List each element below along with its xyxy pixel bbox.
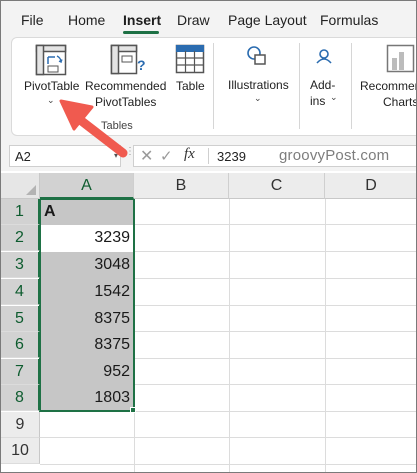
- tab-home[interactable]: Home: [68, 12, 105, 28]
- chevron-down-icon: ⌄: [254, 93, 262, 103]
- row-header-2[interactable]: 2: [1, 225, 40, 251]
- recommended-pivottables-icon: ?: [110, 44, 146, 75]
- select-all-icon: [26, 185, 36, 195]
- row-header-9[interactable]: 9: [1, 412, 40, 438]
- row-header-6[interactable]: 6: [1, 332, 40, 358]
- formula-divider: [208, 148, 209, 164]
- cancel-entry-icon[interactable]: ✕: [140, 146, 153, 166]
- watermark: groovyPost.com: [279, 147, 390, 164]
- ribbon-divider: [299, 43, 300, 129]
- recommended-charts-label-line2: Charts: [383, 95, 417, 109]
- excel-window: File Home Insert Draw Page Layout Formul…: [0, 0, 417, 473]
- chevron-down-icon: ⌄: [330, 92, 338, 102]
- row-header-1[interactable]: 1: [1, 199, 40, 225]
- row-header-3[interactable]: 3: [1, 252, 40, 278]
- pivottable-icon: [35, 44, 67, 76]
- row-header-4[interactable]: 4: [1, 279, 40, 305]
- recommended-label-line1: Recommended: [85, 79, 167, 93]
- confirm-entry-icon[interactable]: ✓: [160, 147, 173, 165]
- pivottable-label: PivotTable: [24, 79, 80, 93]
- addins-label-line1: Add-: [310, 78, 336, 92]
- active-tab-indicator: [123, 31, 159, 34]
- recommended-charts-label-line1: Recommen: [360, 79, 417, 93]
- name-box[interactable]: A2: [9, 145, 121, 167]
- formula-value: 3239: [217, 149, 246, 164]
- grid-line: [229, 199, 230, 472]
- recommended-label-line2: PivotTables: [95, 95, 157, 109]
- row-header-10[interactable]: 10: [1, 438, 40, 464]
- chevron-down-icon[interactable]: ⌄: [47, 95, 55, 106]
- recommended-charts-icon: [386, 44, 415, 73]
- table-icon: [175, 44, 205, 74]
- addins-label-line2: ins: [310, 94, 326, 108]
- tab-formulas[interactable]: Formulas: [320, 12, 378, 28]
- column-header-d[interactable]: D: [325, 173, 416, 199]
- tab-file[interactable]: File: [21, 12, 44, 28]
- illustrations-icon: [247, 46, 266, 65]
- row-header-7[interactable]: 7: [1, 359, 40, 385]
- addins-icon: [316, 49, 332, 64]
- grid-line: [325, 199, 326, 472]
- fill-handle[interactable]: [130, 407, 136, 413]
- ribbon-divider: [213, 43, 214, 129]
- column-header-b[interactable]: B: [134, 173, 229, 199]
- tab-draw[interactable]: Draw: [177, 12, 210, 28]
- illustrations-label: Illustrations: [228, 78, 289, 92]
- table-label: Table: [176, 79, 205, 93]
- svg-text:?: ?: [137, 57, 146, 73]
- name-box-dropdown-icon[interactable]: ▾: [114, 151, 118, 160]
- menu-tab-bar: File Home Insert Draw Page Layout Formul…: [1, 1, 416, 37]
- insert-function-icon[interactable]: fx: [184, 146, 195, 163]
- tables-group-label: Tables: [101, 120, 133, 132]
- row-header-5[interactable]: 5: [1, 306, 40, 332]
- tab-page-layout[interactable]: Page Layout: [228, 12, 307, 28]
- selection-border: [39, 198, 135, 412]
- column-header-c[interactable]: C: [229, 173, 325, 199]
- row-header-8[interactable]: 8: [1, 385, 40, 411]
- column-header-a[interactable]: A: [40, 173, 134, 199]
- grid-line: [40, 464, 416, 465]
- grid-line: [40, 437, 416, 438]
- ribbon-divider: [351, 43, 352, 129]
- tab-insert[interactable]: Insert: [123, 12, 161, 28]
